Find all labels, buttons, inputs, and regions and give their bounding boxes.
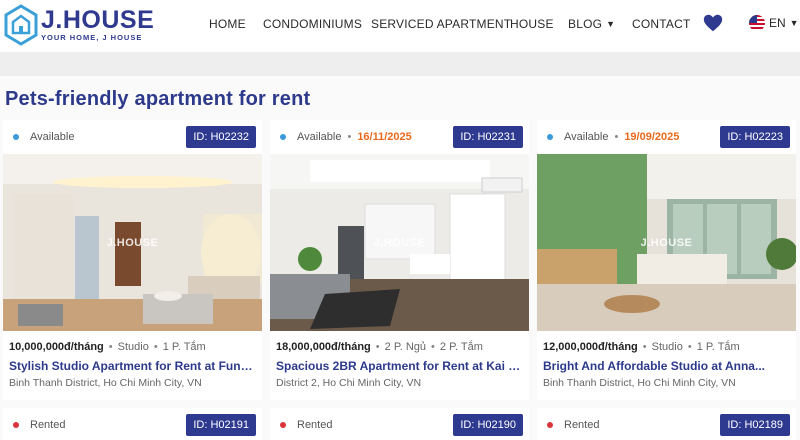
listing-card[interactable]: Rented ID: H02190	[270, 408, 529, 440]
listing-id-badge: ID: H02223	[720, 126, 790, 148]
listing-photo[interactable]: J.HOUSE	[270, 154, 529, 331]
status-badge: Rented	[547, 419, 599, 431]
brand-tagline: YOUR HOME, J HOUSE	[41, 33, 143, 42]
brand-name: J.HOUSE	[41, 6, 155, 34]
listing-baths: 2 P. Tắm	[439, 341, 483, 353]
nav-blog-label: BLOG	[568, 17, 603, 31]
header-divider-band	[0, 52, 800, 76]
listing-photo[interactable]: J.HOUSE	[3, 154, 262, 331]
watermark-logo: J.HOUSE	[373, 236, 426, 249]
chevron-down-icon: ▼	[789, 18, 799, 28]
listing-card[interactable]: Available • 16/11/2025 ID: H02231 J.HOUS…	[270, 120, 529, 400]
listing-location: Binh Thanh District, Ho Chi Minh City, V…	[9, 377, 202, 389]
status-badge: Available • 19/09/2025	[547, 131, 679, 143]
listing-date: 19/09/2025	[624, 131, 680, 143]
site-header: J.HOUSE YOUR HOME, J HOUSE HOME CONDOMIN…	[0, 0, 800, 52]
nav-house[interactable]: HOUSE	[510, 17, 554, 31]
listing-location: Binh Thanh District, Ho Chi Minh City, V…	[543, 377, 736, 389]
nav-contact[interactable]: CONTACT	[632, 17, 691, 31]
brand-logo[interactable]: J.HOUSE YOUR HOME, J HOUSE	[4, 4, 154, 46]
status-badge: Rented	[13, 419, 65, 431]
listing-id-badge: ID: H02190	[453, 414, 523, 436]
listing-title[interactable]: Spacious 2BR Apartment for Rent at Kai R…	[270, 359, 522, 373]
listing-price: 18,000,000đ/tháng	[276, 341, 371, 353]
listing-card[interactable]: Available ID: H02232 J.HOUSE 10,000,000đ…	[3, 120, 262, 400]
listing-card[interactable]: Rented ID: H02189	[537, 408, 796, 440]
listing-price: 12,000,000đ/tháng	[543, 341, 638, 353]
listing-meta: 10,000,000đ/tháng • Studio • 1 P. Tắm	[9, 341, 206, 353]
listing-baths: 1 P. Tắm	[162, 341, 206, 353]
listing-id-badge: ID: H02232	[186, 126, 256, 148]
status-dot-icon	[280, 422, 286, 428]
status-badge: Available	[13, 131, 74, 143]
listing-date: 16/11/2025	[357, 131, 412, 143]
listing-id-badge: ID: H02231	[453, 126, 523, 148]
status-dot-icon	[547, 422, 553, 428]
language-selector[interactable]: EN ▼	[749, 15, 799, 31]
listing-card[interactable]: Rented ID: H02191	[3, 408, 262, 440]
watermark-logo: J.HOUSE	[640, 236, 693, 249]
listing-title[interactable]: Stylish Studio Apartment for Rent at Fun…	[3, 359, 255, 373]
nav-condominiums[interactable]: CONDOMINIUMS	[263, 17, 362, 31]
nav-home[interactable]: HOME	[209, 17, 246, 31]
status-badge: Available • 16/11/2025	[280, 131, 412, 143]
listing-id-badge: ID: H02191	[186, 414, 256, 436]
status-dot-icon	[13, 134, 19, 140]
listing-meta: 12,000,000đ/tháng • Studio • 1 P. Tắm	[543, 341, 740, 353]
language-label: EN	[769, 16, 786, 30]
status-dot-icon	[280, 134, 286, 140]
status-dot-icon	[13, 422, 19, 428]
status-dot-icon	[547, 134, 553, 140]
page-title: Pets-friendly apartment for rent	[5, 88, 311, 110]
watermark-logo: J.HOUSE	[106, 236, 159, 249]
listing-meta: 18,000,000đ/tháng • 2 P. Ngủ • 2 P. Tắm	[276, 341, 483, 353]
heart-icon[interactable]	[702, 12, 724, 34]
nav-blog-dropdown[interactable]: BLOG ▼	[568, 17, 615, 31]
listing-baths: 1 P. Tắm	[696, 341, 740, 353]
listing-card[interactable]: Available • 19/09/2025 ID: H02223 J.HOUS…	[537, 120, 796, 400]
house-logo-icon	[4, 4, 38, 46]
listing-location: District 2, Ho Chi Minh City, VN	[276, 377, 422, 389]
chevron-down-icon: ▼	[606, 19, 616, 29]
listing-photo[interactable]: J.HOUSE	[537, 154, 796, 331]
us-flag-icon	[749, 15, 765, 31]
listing-type: Studio	[651, 341, 683, 353]
listing-type: Studio	[117, 341, 149, 353]
listing-title[interactable]: Bright And Affordable Studio at Anna...	[537, 359, 789, 373]
nav-serviced-apartment[interactable]: SERVICED APARTMENT	[371, 17, 511, 31]
listing-rooms: 2 P. Ngủ	[384, 341, 427, 353]
status-badge: Rented	[280, 419, 332, 431]
listing-price: 10,000,000đ/tháng	[9, 341, 104, 353]
listing-id-badge: ID: H02189	[720, 414, 790, 436]
